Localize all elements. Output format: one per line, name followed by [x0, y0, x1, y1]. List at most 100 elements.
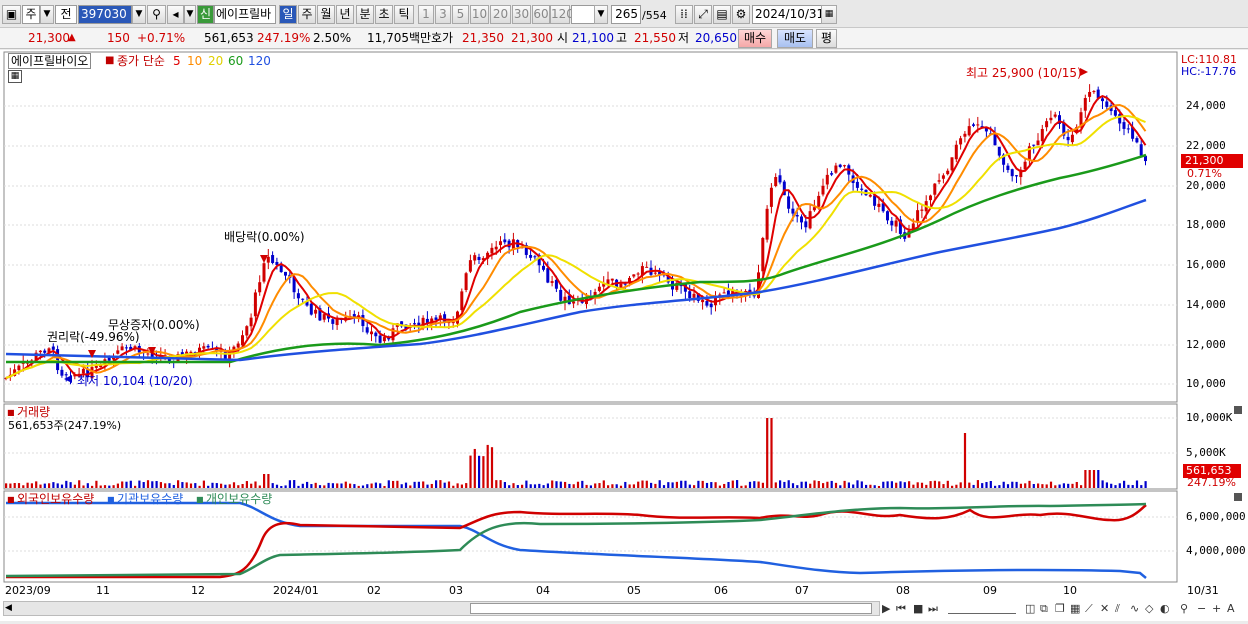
candle-body — [795, 214, 799, 217]
interval-120[interactable]: 120 — [550, 5, 574, 24]
volume-bar — [542, 485, 545, 488]
volume-bar — [929, 481, 932, 488]
text-tool-icon[interactable]: ⤢ — [694, 5, 712, 24]
buy-button[interactable]: 매수 — [738, 29, 772, 48]
volume-bar — [955, 484, 958, 488]
volume-bar — [56, 483, 59, 488]
volume-bar — [736, 480, 739, 488]
volume-bar — [435, 480, 438, 488]
settings-icon[interactable]: ⚙ — [732, 5, 750, 24]
interval-20[interactable]: 20 — [490, 5, 511, 24]
text-tool-icon[interactable]: A — [1227, 603, 1235, 615]
interval-10[interactable]: 10 — [470, 5, 489, 24]
grid-icon[interactable]: ▦ — [1070, 603, 1080, 615]
candle-body — [916, 210, 920, 223]
foreign-holding-label[interactable]: 외국인보유수량 — [17, 492, 94, 506]
volume-bar — [886, 481, 889, 488]
period-tick[interactable]: 틱 — [394, 5, 414, 24]
candle-body — [1113, 110, 1117, 116]
person-holding-label[interactable]: 개인보유수량 — [206, 492, 272, 506]
save-icon[interactable]: ▤ — [713, 5, 731, 24]
candle-body — [610, 278, 614, 281]
volume-bar — [417, 481, 420, 488]
chevron-down-icon[interactable]: ▼ — [40, 5, 54, 24]
sell-button[interactable]: 매도 — [777, 29, 813, 48]
volume-bar — [1028, 480, 1031, 488]
interval-3[interactable]: 3 — [435, 5, 451, 24]
search-icon[interactable]: ⚲ — [147, 5, 166, 24]
period-year[interactable]: 년 — [336, 5, 354, 24]
candle-body — [245, 326, 249, 336]
wave-icon[interactable]: ∿ — [1130, 603, 1139, 615]
candle-body — [808, 211, 812, 229]
scrollbar-thumb[interactable] — [470, 603, 872, 614]
period-day[interactable]: 일 — [279, 5, 297, 24]
calendar-icon[interactable]: ▦ — [821, 5, 837, 24]
speaker-icon[interactable]: ◂ — [167, 5, 184, 24]
candle-body — [490, 247, 494, 254]
chevron-down-icon[interactable]: ▼ — [132, 5, 146, 24]
zoom-icon[interactable]: ⚲ — [1180, 603, 1188, 615]
scroll-left-icon[interactable]: ◀ — [5, 603, 16, 614]
table-icon[interactable]: ▦ — [8, 70, 22, 83]
color-icon[interactable]: ◐ — [1160, 603, 1170, 615]
ask-label: 호가 — [431, 31, 454, 45]
chart-window-icon[interactable]: ▣ — [2, 5, 21, 24]
x-month-08: 08 — [896, 584, 910, 597]
shape-icon[interactable]: ◇ — [1145, 603, 1153, 615]
date-input[interactable]: 2024/10/31 — [752, 5, 822, 24]
volume-bar — [138, 480, 141, 488]
zoom-out-icon[interactable]: − — [1197, 603, 1206, 615]
market-select[interactable]: 주 — [22, 5, 40, 24]
volume-title[interactable]: 거래량 — [17, 405, 50, 419]
chevron-down-icon[interactable]: ▼ — [594, 5, 608, 24]
grid-icon[interactable]: ⁞⁞ — [675, 5, 693, 24]
chart-area[interactable]: 에이프릴바이오 ■ 종가 단순 5 10 20 60 120 ▦ LC:110.… — [0, 50, 1248, 621]
interval-5[interactable]: 5 — [452, 5, 469, 24]
period-second[interactable]: 초 — [375, 5, 393, 24]
chart-canvas[interactable] — [0, 50, 1248, 621]
stock-code-input[interactable]: 397030 — [78, 5, 132, 24]
interval-30[interactable]: 30 — [512, 5, 531, 24]
average-button[interactable]: 평 — [816, 29, 837, 48]
display-count-input[interactable]: 265 — [611, 5, 641, 24]
stock-name: 에이프릴바 — [214, 5, 276, 24]
period-week[interactable]: 주 — [298, 5, 316, 24]
period-minute[interactable]: 분 — [356, 5, 374, 24]
volume-bar — [142, 482, 145, 488]
volume-bar — [52, 482, 55, 488]
scope-select[interactable]: 전 — [55, 5, 77, 24]
fibonacci-icon[interactable]: ⫽ — [1115, 603, 1120, 615]
close-volume-panel-icon — [1234, 406, 1242, 414]
volume-bar — [723, 483, 726, 488]
candle-body — [1045, 121, 1049, 128]
copy-icon[interactable]: ❐ — [1055, 603, 1065, 615]
layout-icon[interactable]: ⧉ — [1040, 603, 1048, 615]
volume-bar — [164, 483, 167, 488]
horizontal-scrollbar[interactable]: ◀ — [3, 601, 880, 616]
chevron-down-icon[interactable]: ▼ — [184, 5, 196, 24]
volume-bar — [232, 482, 236, 488]
inst-holding-label[interactable]: 기관보유수량 — [117, 492, 183, 506]
tools-icon[interactable]: ◫ — [1025, 603, 1035, 615]
volume-bar — [1088, 470, 1091, 488]
stop-icon[interactable]: ■ — [913, 603, 923, 615]
stock-name-label[interactable]: 에이프릴바이오 — [8, 53, 92, 69]
candle-body — [1032, 144, 1036, 146]
interval-60[interactable]: 60 — [532, 5, 550, 24]
candle-body — [972, 124, 975, 126]
candle-body — [331, 319, 335, 324]
cross-tool-icon[interactable]: ✕ — [1100, 603, 1109, 615]
line-tool-icon[interactable]: ⟋ — [1085, 603, 1093, 615]
scroll-right-icon[interactable]: ▶ — [882, 603, 890, 615]
candle-body — [546, 268, 550, 283]
interval-1[interactable]: 1 — [418, 5, 434, 24]
volume-bar — [731, 480, 734, 488]
nav-last-icon[interactable]: ⏭ — [928, 603, 938, 615]
price-panel-frame — [3, 51, 1178, 403]
ma-label[interactable]: 종가 단순 — [117, 54, 165, 68]
period-month[interactable]: 월 — [317, 5, 335, 24]
zoom-slider[interactable] — [948, 605, 1016, 614]
nav-first-icon[interactable]: ⏮ — [896, 603, 906, 615]
zoom-in-icon[interactable]: + — [1212, 603, 1221, 615]
